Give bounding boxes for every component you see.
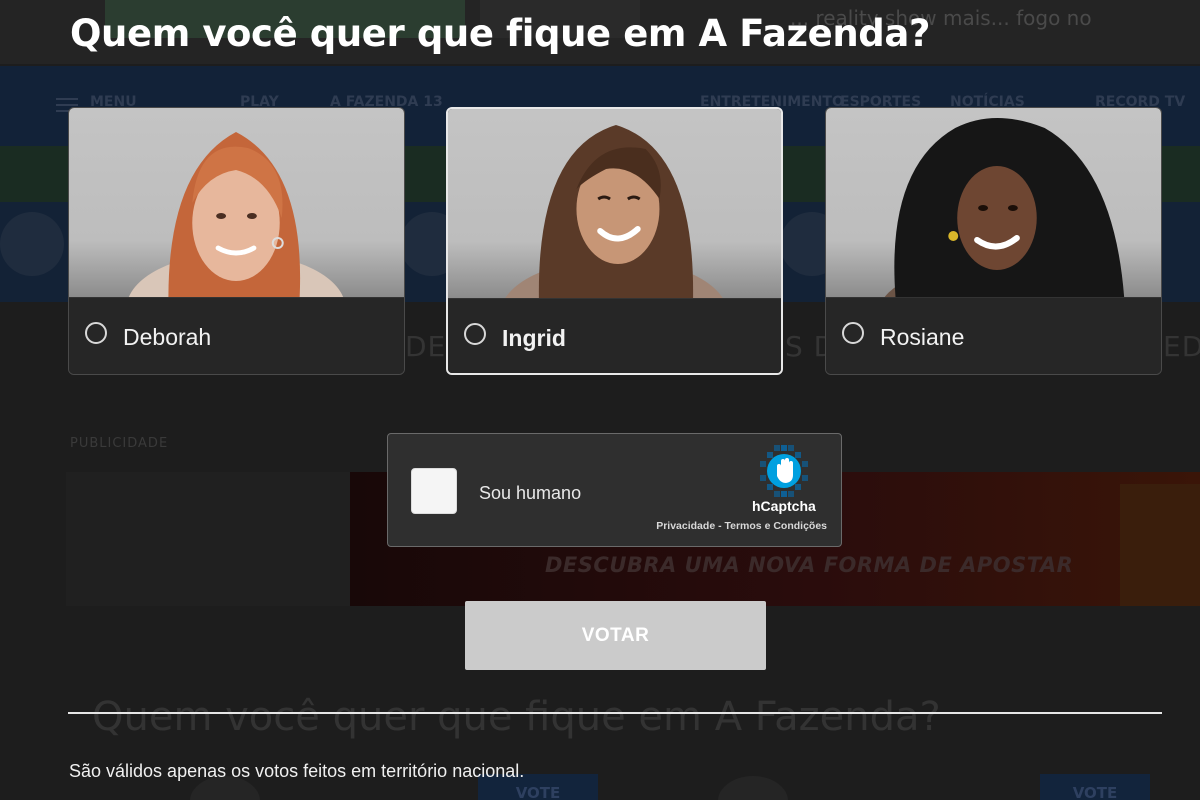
candidate-radio[interactable]: [842, 322, 864, 344]
privacy-link[interactable]: Privacidade: [656, 520, 715, 532]
candidate-name: Rosiane: [880, 324, 965, 350]
captcha-checkbox[interactable]: [411, 468, 457, 514]
background-ad-slogan: DESCUBRA UMA NOVA FORMA DE APOSTAR: [545, 553, 1074, 577]
background-ad-figure: [1120, 484, 1200, 606]
background-candidate-photo: [718, 776, 788, 800]
hcaptcha-links: Privacidade - Termos e Condições: [656, 520, 827, 532]
background-avatar: [0, 212, 64, 276]
candidate-photo: [826, 108, 1161, 297]
candidate-radio[interactable]: [85, 322, 107, 344]
candidate-name: Deborah: [123, 324, 212, 350]
link-separator: -: [715, 520, 725, 532]
candidate-radio[interactable]: [464, 323, 486, 345]
poll-title: Quem você quer que fique em A Fazenda?: [70, 12, 931, 55]
background-section-title: Quem você quer que fique em A Fazenda?: [92, 694, 941, 740]
background-vote-button: VOTE: [1040, 774, 1150, 800]
background-ad-label: PUBLICIDADE: [70, 436, 169, 451]
candidate-list: Deborah Ingrid Rosiane: [68, 107, 1162, 375]
candidate-card-ingrid[interactable]: Ingrid: [446, 107, 783, 375]
candidate-photo: [69, 108, 404, 297]
hcaptcha-widget: Sou humano hCaptcha Privacidade - Termos…: [387, 433, 842, 547]
divider: [68, 712, 1162, 714]
background-ad-left: [66, 472, 350, 606]
candidate-card-deborah[interactable]: Deborah: [68, 107, 405, 375]
captcha-label: Sou humano: [479, 483, 582, 503]
terms-link[interactable]: Termos e Condições: [725, 520, 828, 532]
candidate-card-rosiane[interactable]: Rosiane: [825, 107, 1162, 375]
hcaptcha-brand: hCaptcha: [752, 498, 816, 514]
background-text-fragment: EDE: [1163, 330, 1200, 363]
candidate-photo: [448, 109, 781, 298]
vote-disclaimer: São válidos apenas os votos feitos em te…: [69, 761, 525, 781]
vote-button[interactable]: VOTAR: [465, 601, 766, 670]
hcaptcha-hand-icon: [760, 445, 808, 497]
candidate-name: Ingrid: [502, 325, 566, 351]
